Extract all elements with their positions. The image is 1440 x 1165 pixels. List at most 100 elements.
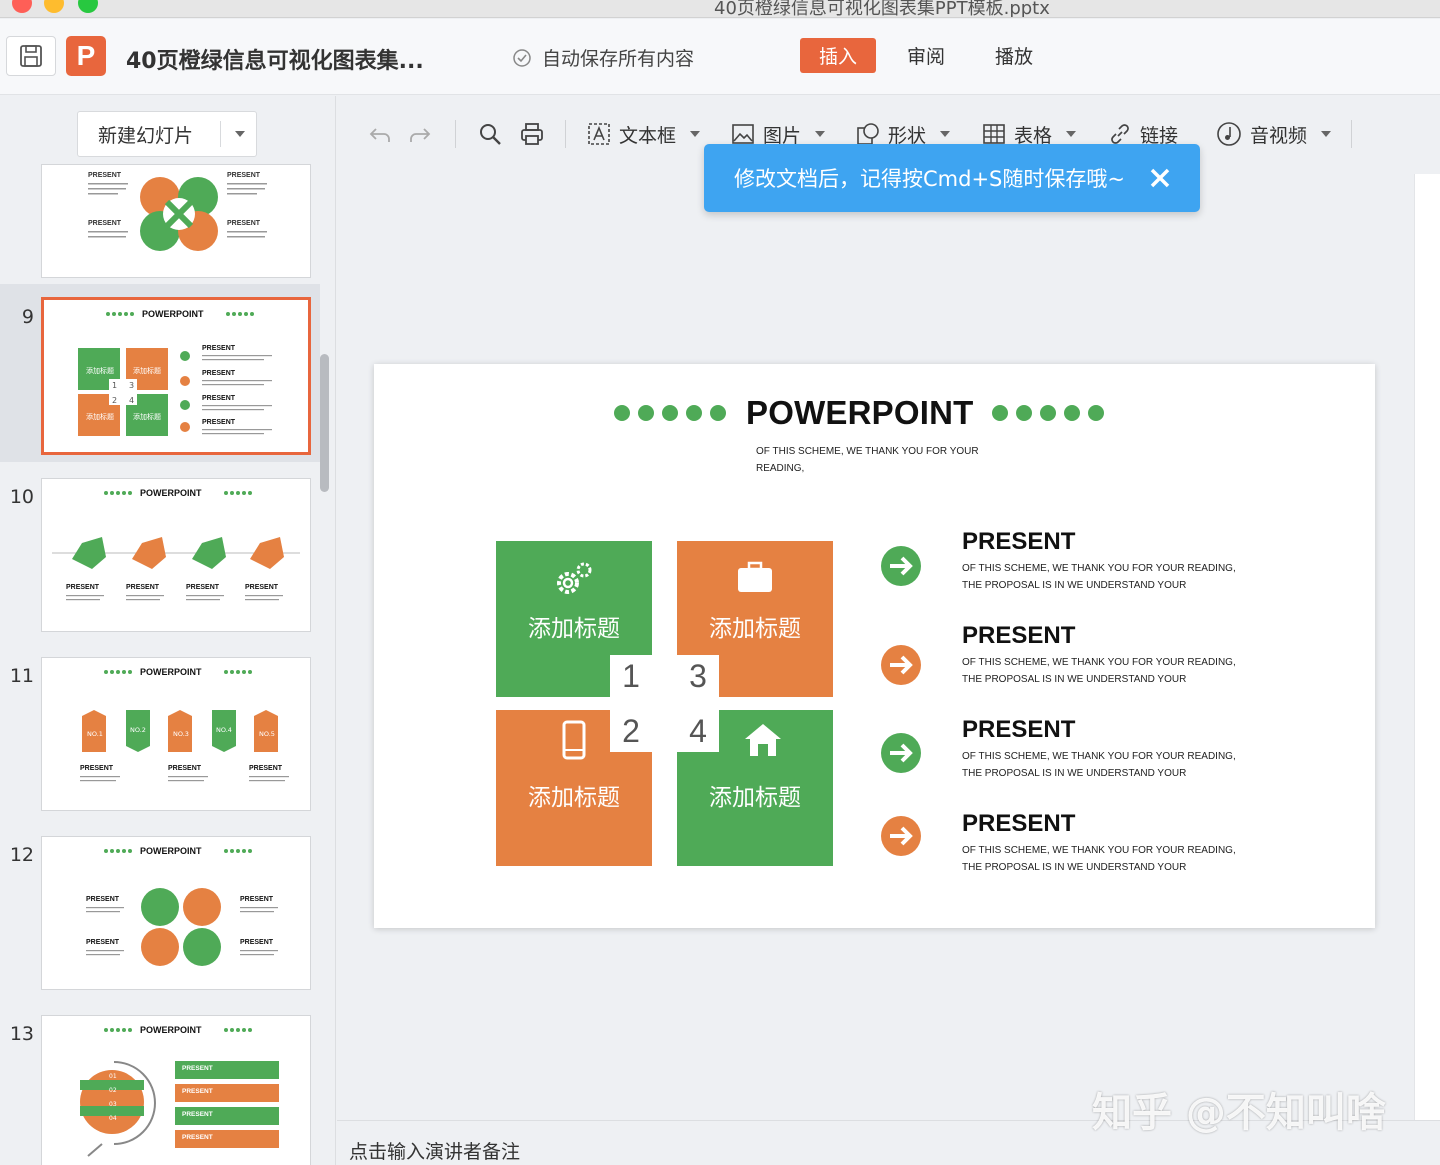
thumb-tile-label: 添加标题 (86, 412, 114, 421)
thumb-title: POWERPOINT (140, 846, 202, 856)
close-window-button[interactable] (12, 0, 32, 13)
slide-thumbnail[interactable]: POWERPOINT 01 02 03 04 PRESENT PRESENT P… (41, 1015, 311, 1165)
document-title[interactable]: 40页橙绿信息可视化图表集... (126, 43, 424, 75)
thumb-title: POWERPOINT (140, 667, 202, 677)
present-heading: PRESENT (962, 810, 1076, 837)
media-button[interactable]: 音视频 (1216, 118, 1332, 150)
slide-thumbnail[interactable]: POWERPOINT PRESENT PRESENT PRESENT PRESE… (41, 478, 311, 632)
present-item[interactable]: PRESENT OF THIS SCHEME, WE THANK YOU FOR… (962, 810, 1262, 876)
print-button[interactable] (519, 118, 545, 150)
app-header: P 40页橙绿信息可视化图表集... 自动保存所有内容 插入 审阅 播放 (0, 19, 1440, 95)
thumb-step: 02 (109, 1087, 117, 1094)
thumb-tag: NO.4 (216, 726, 232, 734)
arrow-right-icon (881, 816, 921, 856)
present-item[interactable]: PRESENT OF THIS SCHEME, WE THANK YOU FOR… (962, 528, 1262, 594)
link-icon (1111, 124, 1129, 144)
thumb-tile-label: 添加标题 (86, 366, 114, 375)
thumb-title: POWERPOINT (142, 309, 204, 319)
thumb-label: PRESENT (86, 896, 120, 903)
slide-thumbnail-selected[interactable]: POWERPOINT 添加标题 添加标题 添加标题 添加标题 1 3 2 4 P… (41, 297, 311, 455)
close-icon[interactable] (1146, 164, 1174, 192)
tab-play[interactable]: 播放 (984, 38, 1044, 73)
chevron-down-icon[interactable] (235, 131, 245, 137)
window-title: 40页橙绿信息可视化图表集PPT模板.pptx (714, 0, 1050, 18)
redo-icon (410, 128, 431, 142)
thumb-label: PRESENT (202, 345, 236, 352)
slide-thumbnail[interactable]: POWERPOINT PRESENT PRESENT PRESENT PRESE… (41, 836, 311, 990)
thumb-label: PRESENT (182, 1134, 213, 1141)
present-heading: PRESENT (962, 622, 1076, 649)
toolbar-divider (565, 120, 566, 148)
undo-icon (369, 128, 390, 142)
thumb-num: 3 (129, 381, 134, 390)
thumbnail-row-11[interactable]: 11 POWERPOINT NO.1 NO.2 NO.3 NO.4 NO.5 P… (0, 645, 320, 820)
textbox-label: 文本框 (619, 124, 677, 147)
chevron-down-icon (690, 131, 701, 137)
thumb-label: PRESENT (88, 220, 122, 227)
textbox-icon (588, 123, 610, 145)
present-line: THE PROPOSAL IS IN WE UNDERSTAND YOUR (962, 768, 1187, 779)
thumbnail-row-8[interactable]: PRESENT PRESENT PRESENT PRESENT (0, 164, 320, 282)
slide-number: 10 (9, 486, 34, 508)
home-icon (745, 724, 781, 756)
save-reminder-toast: 修改文档后，记得按Cmd+S随时保存哦~ (704, 144, 1200, 212)
slide-thumbnail[interactable]: POWERPOINT NO.1 NO.2 NO.3 NO.4 NO.5 PRES… (41, 657, 311, 811)
tile-number: 1 (610, 655, 652, 697)
thumb-num: 2 (112, 396, 117, 405)
tab-insert[interactable]: 插入 (800, 38, 876, 73)
title-dots-right (992, 405, 1104, 421)
redo-button[interactable] (407, 118, 433, 150)
picture-icon (732, 124, 754, 144)
slide-number: 9 (21, 306, 34, 328)
chevron-down-icon (940, 131, 951, 137)
thumb-label: PRESENT (240, 896, 274, 903)
new-slide-label: 新建幻灯片 (98, 124, 194, 147)
thumbnail-row-13[interactable]: 13 POWERPOINT 01 02 03 04 PRESENT PRESEN… (0, 1003, 320, 1165)
thumb-title: POWERPOINT (140, 1025, 202, 1035)
slide-thumbnail-panel: 新建幻灯片 PRESENT PRESENT PRESENT PRESENT 9 (0, 96, 336, 1165)
thumb-num: 4 (129, 396, 134, 405)
arrow-right-icon (881, 733, 921, 773)
thumb-label: PRESENT (245, 584, 279, 591)
thumb-label: PRESENT (66, 584, 100, 591)
new-slide-button[interactable]: 新建幻灯片 (77, 111, 257, 157)
arrow-right-icon (881, 645, 921, 685)
thumb-label: PRESENT (126, 584, 160, 591)
slide-subtitle[interactable]: OF THIS SCHEME, WE THANK YOU FOR YOUR RE… (756, 443, 986, 477)
thumb-label: PRESENT (202, 395, 236, 402)
thumb-title: POWERPOINT (140, 488, 202, 498)
thumb-tile-label: 添加标题 (133, 366, 161, 375)
print-icon (521, 123, 543, 145)
zoom-window-button[interactable] (78, 0, 98, 13)
tile-number: 3 (677, 655, 719, 697)
thumbnail-row-9[interactable]: 9 POWERPOINT 添加标题 添加标题 添加标题 添加标题 1 3 2 4 (0, 284, 320, 462)
present-heading: PRESENT (962, 528, 1076, 555)
slide-number: 11 (9, 665, 34, 687)
table-icon (983, 124, 1005, 144)
current-slide[interactable]: POWERPOINT OF THIS SCHEME, WE THANK YOU … (374, 364, 1375, 928)
thumb-label: PRESENT (227, 220, 261, 227)
thumb-label: PRESENT (86, 939, 120, 946)
find-button[interactable] (477, 118, 503, 150)
thumb-tag: NO.3 (173, 730, 189, 738)
present-item[interactable]: PRESENT OF THIS SCHEME, WE THANK YOU FOR… (962, 716, 1262, 782)
thumbnail-row-12[interactable]: 12 POWERPOINT PRESENT PRESENT PRESENT PR… (0, 824, 320, 999)
slide-title[interactable]: POWERPOINT (746, 394, 974, 432)
thumb-label: PRESENT (182, 1111, 213, 1118)
thumb-step: 04 (109, 1115, 117, 1122)
thumb-label: PRESENT (88, 172, 122, 179)
save-document-button[interactable] (6, 36, 56, 76)
minimize-window-button[interactable] (44, 0, 64, 13)
slide-thumbnail[interactable]: PRESENT PRESENT PRESENT PRESENT (41, 164, 311, 278)
present-line: THE PROPOSAL IS IN WE UNDERSTAND YOUR (962, 862, 1187, 873)
thumbnail-scrollbar[interactable] (320, 354, 329, 492)
undo-button[interactable] (367, 118, 393, 150)
phone-icon (562, 720, 586, 760)
tab-review[interactable]: 审阅 (896, 38, 956, 73)
present-item[interactable]: PRESENT OF THIS SCHEME, WE THANK YOU FOR… (962, 622, 1262, 688)
briefcase-icon (738, 561, 772, 592)
thumbnail-row-10[interactable]: 10 POWERPOINT PRESENT PRESENT PRESENT PR… (0, 466, 320, 641)
thumb-tag: NO.2 (130, 726, 146, 734)
textbox-button[interactable]: 文本框 (587, 118, 701, 150)
thumb-tag: NO.1 (87, 730, 103, 738)
